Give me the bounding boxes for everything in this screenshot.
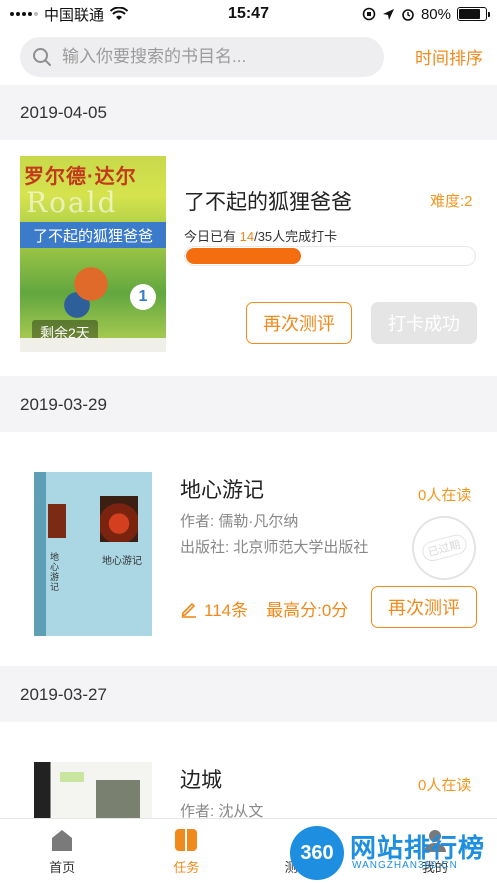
tab-label: 首页 [49,859,76,875]
book-card[interactable]: 地心游记 地心游记 地心游记 0人在读 作者: 儒勒·凡尔纳 出版社: 北京师范… [0,432,497,666]
cover-art [96,780,140,818]
high-score: 最高分:0分 [266,601,349,620]
tab-task[interactable]: 任务 [124,819,248,883]
book-cover[interactable]: 罗尔德·达尔 Roald Dahl 了不起的狐狸爸爸 1 剩余2天 [20,156,166,352]
search-input[interactable] [62,46,362,67]
cover-author-cn: 罗尔德·达尔 [24,166,137,188]
book-card[interactable]: 罗尔德·达尔 Roald Dahl 了不起的狐狸爸爸 1 剩余2天 了不起的狐狸… [0,140,497,376]
date-header: 2019-03-27 [0,667,497,722]
battery-icon [457,7,490,21]
battery-percent: 80% [420,5,451,23]
carrier-label: 中国联通 [44,6,105,24]
book-card[interactable]: 边城 0人在读 作者: 沈从文 [0,722,497,818]
record-count: 114条 [204,601,249,620]
cover-spine-title: 地心游记 [50,552,60,592]
book-title: 边城 [180,769,222,792]
book-cover[interactable]: 地心游记 地心游记 [34,472,152,636]
book-title: 了不起的狐狸爸爸 [184,191,352,214]
status-bar: 中国联通 15:47 80% [0,0,497,28]
author-label: 作者: 沈从文 [180,803,264,818]
pencil-icon [181,602,196,618]
cover-title: 了不起的狐狸爸爸 [20,222,166,248]
search-header: 时间排序 [0,28,497,85]
task-icon [175,828,198,851]
expired-stamp: 已过期 [404,508,484,588]
publisher-label: 出版社: 北京师范大学出版社 [180,539,369,556]
retest-button[interactable]: 再次测评 [246,302,352,344]
checkin-progress-text: 今日已有 14/35人完成打卡 [184,229,338,244]
book-title: 地心游记 [180,479,264,502]
expired-stamp-text: 已过期 [419,532,469,564]
cover-spine-art [48,504,66,538]
checkin-success-button[interactable]: 打卡成功 [371,302,477,344]
volume-badge: 1 [130,284,156,310]
checkin-progress-bar [184,246,476,266]
reading-count: 0人在读 [418,777,472,794]
difficulty-label: 难度:2 [430,193,473,210]
search-bar[interactable] [20,36,384,77]
clock: 15:47 [228,5,269,22]
time-sort-button[interactable]: 时间排序 [415,44,483,69]
book-stats: 114条 最高分:0分 [180,596,348,621]
tab-home[interactable]: 首页 [0,819,124,883]
cover-label [60,772,84,782]
orientation-lock-icon [362,7,376,21]
watermark-subtext: WANGZHAN360.CN [352,860,458,871]
signal-icon [10,12,38,16]
cover-art [100,496,138,542]
watermark-badge: 360 [290,826,344,880]
date-header: 2019-04-05 [0,85,497,140]
location-icon [382,8,394,20]
book-cover[interactable] [34,762,152,818]
fox-illustration [56,256,126,326]
date-header: 2019-03-29 [0,377,497,432]
home-icon [52,829,73,851]
tab-label: 任务 [173,859,200,875]
cover-spine [34,472,46,636]
search-icon [33,47,51,66]
reading-count: 0人在读 [418,487,472,504]
wifi-icon [110,7,129,20]
retest-button[interactable]: 再次测评 [371,586,477,628]
progress-fill [186,248,302,264]
watermark-logo: 360 网站排行榜 WANGZHAN360.CN [290,826,495,882]
author-label: 作者: 儒勒·凡尔纳 [180,513,299,530]
cover-publisher-strip [20,338,166,352]
cover-title: 地心游记 [102,556,142,567]
alarm-icon [402,9,414,21]
